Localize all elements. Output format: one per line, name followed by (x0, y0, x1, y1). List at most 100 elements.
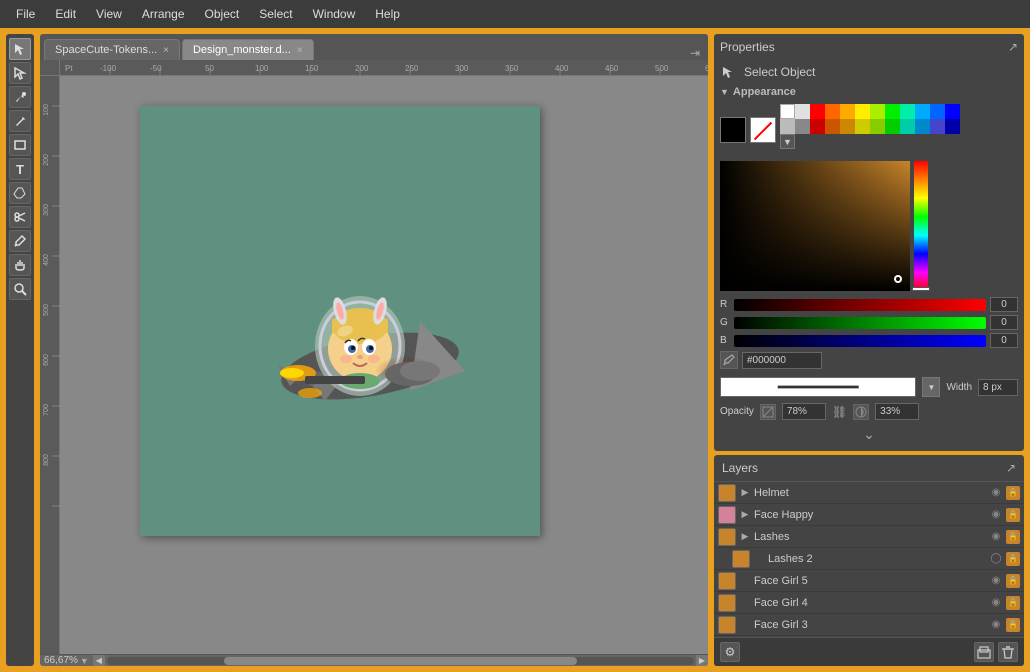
zoom-tool[interactable] (9, 278, 31, 300)
menu-arrange[interactable]: Arrange (134, 3, 193, 25)
palette-sky[interactable] (915, 104, 930, 119)
palette-gray[interactable] (795, 119, 810, 134)
zoom-dropdown-btn[interactable]: ▼ (80, 656, 89, 666)
layer-item-facegirl3[interactable]: ▶ Face Girl 3 ◉ 🔒 (714, 614, 1024, 636)
palette-cerulean[interactable] (915, 119, 930, 134)
layer-visibility-lashes2[interactable]: ◯ (989, 552, 1003, 566)
layer-lock-facehappy[interactable]: 🔒 (1006, 508, 1020, 522)
palette-olive[interactable] (855, 119, 870, 134)
menu-object[interactable]: Object (197, 3, 248, 25)
menu-window[interactable]: Window (305, 3, 364, 25)
eyedropper-icon[interactable] (720, 351, 738, 369)
r-input[interactable] (990, 297, 1018, 312)
fill-swatch[interactable] (720, 117, 746, 143)
tab-spacecute-close[interactable]: × (163, 45, 169, 56)
palette-darkred[interactable] (810, 119, 825, 134)
menu-file[interactable]: File (8, 3, 43, 25)
menu-select[interactable]: Select (251, 3, 300, 25)
pen-tool[interactable] (9, 86, 31, 108)
opacity-input[interactable] (782, 403, 826, 420)
palette-darkorange[interactable] (825, 119, 840, 134)
layer-expand-facehappy[interactable]: ▶ (740, 509, 750, 520)
stroke-style-select[interactable] (720, 377, 916, 397)
link-opacity-icon[interactable]: ⛓ (832, 405, 847, 419)
layer-lock-helmet[interactable]: 🔒 (1006, 486, 1020, 500)
layer-expand-lashes[interactable]: ▶ (740, 531, 750, 542)
palette-blue[interactable] (930, 104, 945, 119)
menu-view[interactable]: View (88, 3, 130, 25)
panel-expand-icon[interactable]: ⇥ (690, 46, 700, 60)
scissors-tool[interactable] (9, 206, 31, 228)
hex-input[interactable] (742, 352, 822, 369)
menu-edit[interactable]: Edit (47, 3, 84, 25)
properties-expand-icon[interactable]: ↗ (1008, 40, 1018, 54)
layer-expand-helmet[interactable]: ▶ (740, 487, 750, 498)
layer-lock-facegirl3[interactable]: 🔒 (1006, 618, 1020, 632)
layer-item-facegirl4[interactable]: ▶ Face Girl 4 ◉ 🔒 (714, 592, 1024, 614)
scroll-right-btn[interactable]: ▶ (696, 655, 708, 667)
palette-seafoam[interactable] (900, 119, 915, 134)
palette-more-btn[interactable]: ▼ (780, 134, 795, 149)
expand-appearance-btn[interactable]: ⌄ (863, 426, 875, 443)
layer-lock-facegirl4[interactable]: 🔒 (1006, 596, 1020, 610)
text-tool[interactable]: T (9, 158, 31, 180)
tab-design-monster[interactable]: Design_monster.d... × (182, 39, 314, 60)
b-slider[interactable] (734, 335, 986, 347)
scroll-left-btn[interactable]: ◀ (93, 655, 105, 667)
stroke-dropdown-btn[interactable]: ▼ (922, 377, 940, 397)
palette-red[interactable] (810, 104, 825, 119)
palette-navy[interactable] (945, 119, 960, 134)
layer-lock-facegirl5[interactable]: 🔒 (1006, 574, 1020, 588)
width-input[interactable] (978, 379, 1018, 396)
r-slider[interactable] (734, 299, 986, 311)
opacity2-input[interactable] (875, 403, 919, 420)
direct-select-tool[interactable] (9, 62, 31, 84)
g-slider[interactable] (734, 317, 986, 329)
saturation-brightness-picker[interactable] (720, 161, 910, 291)
shape-tool[interactable] (9, 134, 31, 156)
palette-medgreen[interactable] (885, 119, 900, 134)
hscroll-track[interactable] (107, 657, 694, 665)
palette-orange[interactable] (825, 104, 840, 119)
menu-help[interactable]: Help (367, 3, 408, 25)
palette-green[interactable] (885, 104, 900, 119)
layers-settings-btn[interactable]: ⚙ (720, 642, 740, 662)
layers-expand-icon[interactable]: ↗ (1006, 461, 1016, 475)
tab-spacecute[interactable]: SpaceCute-Tokens... × (44, 39, 180, 60)
g-input[interactable] (990, 315, 1018, 330)
layer-visibility-facegirl5[interactable]: ◉ (989, 574, 1003, 588)
hscroll-thumb[interactable] (224, 657, 576, 665)
hue-slider[interactable] (914, 161, 928, 291)
appearance-arrow[interactable]: ▼ (720, 87, 729, 97)
layer-item-facegirl5[interactable]: ▶ Face Girl 5 ◉ 🔒 (714, 570, 1024, 592)
palette-teal[interactable] (900, 104, 915, 119)
new-layer-btn[interactable] (974, 642, 994, 662)
palette-lightgray[interactable] (795, 104, 810, 119)
stroke-swatch[interactable] (750, 117, 776, 143)
b-input[interactable] (990, 333, 1018, 348)
select-tool[interactable] (9, 38, 31, 60)
palette-gray2[interactable] (780, 119, 795, 134)
palette-lime[interactable] (870, 104, 885, 119)
palette-amber[interactable] (840, 104, 855, 119)
layer-visibility-lashes[interactable]: ◉ (989, 530, 1003, 544)
palette-indigo[interactable] (930, 119, 945, 134)
eyedropper-tool[interactable] (9, 230, 31, 252)
palette-yellowgreen[interactable] (870, 119, 885, 134)
tab-design-monster-close[interactable]: × (297, 45, 303, 56)
pencil-tool[interactable] (9, 110, 31, 132)
layer-lock-lashes2[interactable]: 🔒 (1006, 552, 1020, 566)
layer-visibility-facehappy[interactable]: ◉ (989, 508, 1003, 522)
palette-darkyellow[interactable] (840, 119, 855, 134)
palette-yellow[interactable] (855, 104, 870, 119)
layer-item-facehappy[interactable]: ▶ Face Happy ◉ 🔒 (714, 504, 1024, 526)
paint-bucket-tool[interactable] (9, 182, 31, 204)
opacity-blend2-icon[interactable] (853, 404, 869, 420)
opacity-blend-icon[interactable] (760, 404, 776, 420)
layer-visibility-facegirl4[interactable]: ◉ (989, 596, 1003, 610)
palette-darkblue[interactable] (945, 104, 960, 119)
hand-tool[interactable] (9, 254, 31, 276)
layer-item-lashes[interactable]: ▶ Lashes ◉ 🔒 (714, 526, 1024, 548)
layer-visibility-helmet[interactable]: ◉ (989, 486, 1003, 500)
palette-white[interactable] (780, 104, 795, 119)
